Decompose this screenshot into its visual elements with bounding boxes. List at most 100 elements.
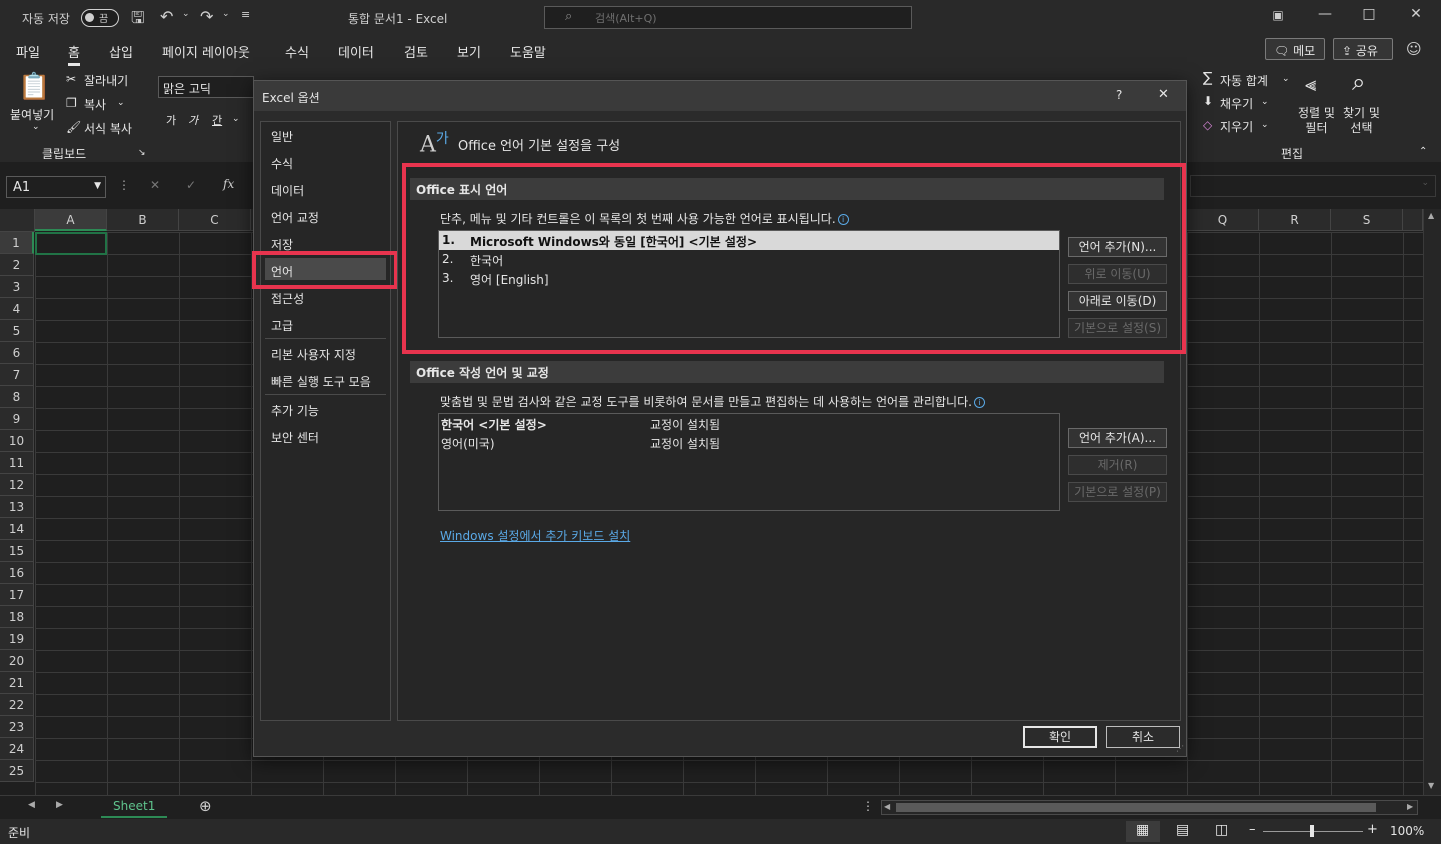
row-header[interactable]: 24	[0, 738, 34, 760]
menu-home[interactable]: 홈	[68, 42, 80, 66]
menu-review[interactable]: 검토	[404, 42, 428, 61]
clipboard-launcher-icon[interactable]: ↘	[138, 148, 146, 158]
paste-icon[interactable]: 📋	[18, 72, 58, 104]
set-default-authoring-button[interactable]: 기본으로 설정(P)	[1068, 482, 1167, 502]
find-select-label[interactable]: 찾기 및 선택	[1343, 106, 1380, 136]
clear-dropdown-icon[interactable]: ⌄	[1261, 120, 1269, 130]
nav-quick-access-toolbar[interactable]: 빠른 실행 도구 모음	[271, 373, 371, 390]
formula-input[interactable]: ⌄	[1190, 175, 1436, 197]
sheet-tab-sheet1[interactable]: Sheet1	[101, 796, 167, 818]
row-header[interactable]: 22	[0, 694, 34, 716]
format-painter-label[interactable]: 서식 복사	[84, 120, 132, 137]
row-header[interactable]: 3	[0, 276, 34, 298]
row-header[interactable]: 1	[0, 232, 34, 254]
redo-icon[interactable]: ↷	[200, 7, 213, 26]
row-header[interactable]: 25	[0, 760, 34, 782]
row-header[interactable]: 18	[0, 606, 34, 628]
install-keyboard-link[interactable]: Windows 설정에서 추가 키보드 설치	[440, 527, 630, 544]
bold-button[interactable]: 가	[166, 112, 176, 128]
prev-sheet-icon[interactable]: ◀	[28, 800, 35, 810]
fill-dropdown-icon[interactable]: ⌄	[1261, 97, 1269, 107]
share-button[interactable]: ⇪ 공유	[1333, 38, 1393, 60]
row-header[interactable]: 6	[0, 342, 34, 364]
paste-label[interactable]: 붙여넣기	[10, 106, 54, 123]
cancel-entry-icon[interactable]: ✕	[150, 178, 160, 192]
undo-dropdown-icon[interactable]: ⌄	[182, 9, 190, 19]
scroll-left-icon[interactable]: ◀	[884, 802, 890, 811]
remove-language-button[interactable]: 제거(R)	[1068, 455, 1167, 475]
menu-page-layout[interactable]: 페이지 레이아웃	[162, 42, 250, 61]
next-sheet-icon[interactable]: ▶	[56, 800, 63, 810]
cancel-button[interactable]: 취소	[1106, 726, 1180, 748]
fill-label[interactable]: 채우기	[1220, 95, 1253, 112]
autosum-label[interactable]: 자동 합계	[1220, 72, 1268, 89]
nav-formulas[interactable]: 수식	[271, 155, 293, 172]
expand-formula-icon[interactable]: ⌄	[1421, 178, 1429, 188]
page-layout-view-icon[interactable]: ▤	[1176, 822, 1189, 838]
scroll-right-icon[interactable]: ▶	[1407, 802, 1413, 811]
authoring-language-list[interactable]: 한국어 <기본 설정> 교정이 설치됨 영어(미국) 교정이 설치됨	[438, 413, 1060, 511]
cut-label[interactable]: 잘라내기	[84, 72, 128, 89]
column-header-b[interactable]: B	[107, 209, 179, 231]
memo-button[interactable]: 🗨 메모	[1265, 38, 1325, 60]
zoom-level[interactable]: 100%	[1390, 824, 1424, 838]
paste-dropdown-icon[interactable]: ⌄	[32, 122, 40, 132]
underline-button[interactable]: 간	[212, 112, 222, 128]
nav-general[interactable]: 일반	[271, 128, 293, 145]
column-header-a[interactable]: A	[35, 209, 107, 231]
row-header[interactable]: 10	[0, 430, 34, 452]
minimize-icon[interactable]: —	[1313, 6, 1337, 22]
name-box[interactable]: A1 ▼	[6, 176, 106, 198]
save-icon[interactable]: 🖫	[131, 7, 145, 34]
active-cell[interactable]	[35, 232, 107, 255]
row-header[interactable]: 4	[0, 298, 34, 320]
clear-label[interactable]: 지우기	[1220, 118, 1253, 135]
row-header[interactable]: 19	[0, 628, 34, 650]
nav-proofing[interactable]: 언어 교정	[271, 209, 319, 226]
underline-dropdown-icon[interactable]: ⌄	[232, 114, 240, 124]
menu-formulas[interactable]: 수식	[285, 42, 309, 61]
redo-dropdown-icon[interactable]: ⌄	[222, 9, 230, 19]
ok-button[interactable]: 확인	[1023, 726, 1097, 748]
column-header-q[interactable]: Q	[1187, 209, 1259, 231]
nav-trust-center[interactable]: 보안 센터	[271, 429, 319, 446]
vertical-scrollbar[interactable]: ▲ ▼	[1423, 209, 1441, 795]
insert-function-icon[interactable]: fx	[223, 177, 234, 191]
menu-insert[interactable]: 삽입	[109, 42, 133, 61]
add-authoring-language-button[interactable]: 언어 추가(A)...	[1068, 428, 1167, 448]
scrollbar-thumb[interactable]	[896, 803, 1376, 812]
menu-view[interactable]: 보기	[457, 42, 481, 61]
row-header[interactable]: 21	[0, 672, 34, 694]
name-box-dropdown-icon[interactable]: ▼	[94, 181, 101, 191]
copy-dropdown-icon[interactable]: ⌄	[117, 98, 125, 108]
menu-help[interactable]: 도움말	[510, 42, 546, 61]
row-header[interactable]: 9	[0, 408, 34, 430]
column-header-r[interactable]: R	[1259, 209, 1331, 231]
row-header[interactable]: 23	[0, 716, 34, 738]
nav-data[interactable]: 데이터	[271, 182, 304, 199]
horizontal-scrollbar[interactable]: ◀ ▶	[881, 800, 1418, 815]
tab-splitter-icon[interactable]: ⋮	[862, 799, 874, 813]
row-header[interactable]: 5	[0, 320, 34, 342]
info-icon[interactable]: i	[973, 397, 985, 408]
autosave-toggle[interactable]: 끔	[81, 9, 119, 27]
row-header[interactable]: 16	[0, 562, 34, 584]
select-all-corner[interactable]	[0, 209, 35, 232]
font-name-box[interactable]: 맑은 고딕	[158, 76, 254, 98]
row-header[interactable]: 8	[0, 386, 34, 408]
scroll-down-icon[interactable]: ▼	[1428, 781, 1434, 790]
ribbon-display-icon[interactable]: ▣	[1266, 8, 1290, 22]
column-header-c[interactable]: C	[179, 209, 251, 231]
dialog-help-button[interactable]: ?	[1116, 88, 1122, 102]
zoom-out-icon[interactable]: –	[1249, 822, 1256, 837]
row-header[interactable]: 7	[0, 364, 34, 386]
collapse-ribbon-icon[interactable]: ⌃	[1419, 146, 1427, 157]
row-header[interactable]: 12	[0, 474, 34, 496]
menu-data[interactable]: 데이터	[338, 42, 374, 61]
close-window-icon[interactable]: ✕	[1404, 6, 1428, 22]
dialog-close-button[interactable]: ✕	[1158, 87, 1169, 102]
row-header[interactable]: 13	[0, 496, 34, 518]
row-header[interactable]: 20	[0, 650, 34, 672]
row-header[interactable]: 11	[0, 452, 34, 474]
normal-view-button[interactable]: ▦	[1126, 821, 1160, 842]
